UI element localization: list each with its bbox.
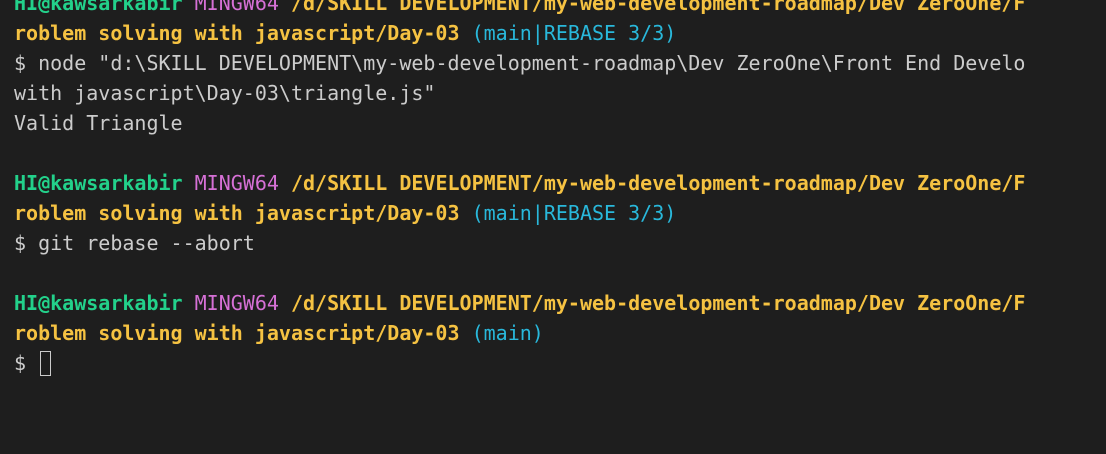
terminal-window[interactable]: HI@kawsarkabir MINGW64 /d/SKILL DEVELOPM… [0, 0, 1106, 454]
command-text: node "d:\SKILL DEVELOPMENT\my-web-develo… [38, 51, 1026, 75]
terminal-output: HI@kawsarkabir MINGW64 /d/SKILL DEVELOPM… [14, 0, 1025, 378]
git-branch-status: (main|REBASE 3/3) [471, 201, 677, 225]
command-output: Valid Triangle [14, 108, 1025, 138]
prompt-symbol: $ [14, 51, 27, 75]
user-host-label: HI@kawsarkabir [14, 291, 183, 315]
shell-name: MINGW64 [194, 171, 279, 195]
git-branch-status: (main|REBASE 3/3) [471, 21, 677, 45]
command-text: git rebase --abort [38, 231, 255, 255]
prompt-header-line: HI@kawsarkabir MINGW64 /d/SKILL DEVELOPM… [14, 288, 1025, 318]
cwd-path-wrap: roblem solving with javascript/Day-03 [14, 21, 460, 45]
git-branch-status: (main) [471, 321, 544, 345]
cwd-path: /d/SKILL DEVELOPMENT/my-web-development-… [290, 291, 1026, 315]
prompt-header-line: HI@kawsarkabir MINGW64 /d/SKILL DEVELOPM… [14, 0, 1025, 18]
prompt-header-line: HI@kawsarkabir MINGW64 /d/SKILL DEVELOPM… [14, 168, 1025, 198]
prompt-header-line-wrap: roblem solving with javascript/Day-03 (m… [14, 318, 1025, 348]
text-cursor[interactable] [40, 351, 52, 376]
cwd-path-wrap: roblem solving with javascript/Day-03 [14, 201, 460, 225]
command-line: $ git rebase --abort [14, 228, 1025, 258]
prompt-symbol: $ [14, 231, 27, 255]
cwd-path-wrap: roblem solving with javascript/Day-03 [14, 321, 460, 345]
output-text: Valid Triangle [14, 111, 183, 135]
prompt-symbol: $ [14, 351, 27, 375]
command-text-wrap: with javascript\Day-03\triangle.js" [14, 81, 436, 105]
active-command-line[interactable]: $ [14, 348, 1025, 378]
prompt-header-line-wrap: roblem solving with javascript/Day-03 (m… [14, 18, 1025, 48]
prompt-header-line-wrap: roblem solving with javascript/Day-03 (m… [14, 198, 1025, 228]
command-line: $ node "d:\SKILL DEVELOPMENT\my-web-deve… [14, 48, 1025, 78]
user-host-label: HI@kawsarkabir [14, 171, 183, 195]
shell-name: MINGW64 [194, 291, 279, 315]
user-host-label: HI@kawsarkabir [14, 0, 183, 15]
cwd-path: /d/SKILL DEVELOPMENT/my-web-development-… [290, 0, 1026, 15]
command-line-wrap: with javascript\Day-03\triangle.js" [14, 78, 1025, 108]
shell-name: MINGW64 [194, 0, 279, 15]
cwd-path: /d/SKILL DEVELOPMENT/my-web-development-… [290, 171, 1026, 195]
